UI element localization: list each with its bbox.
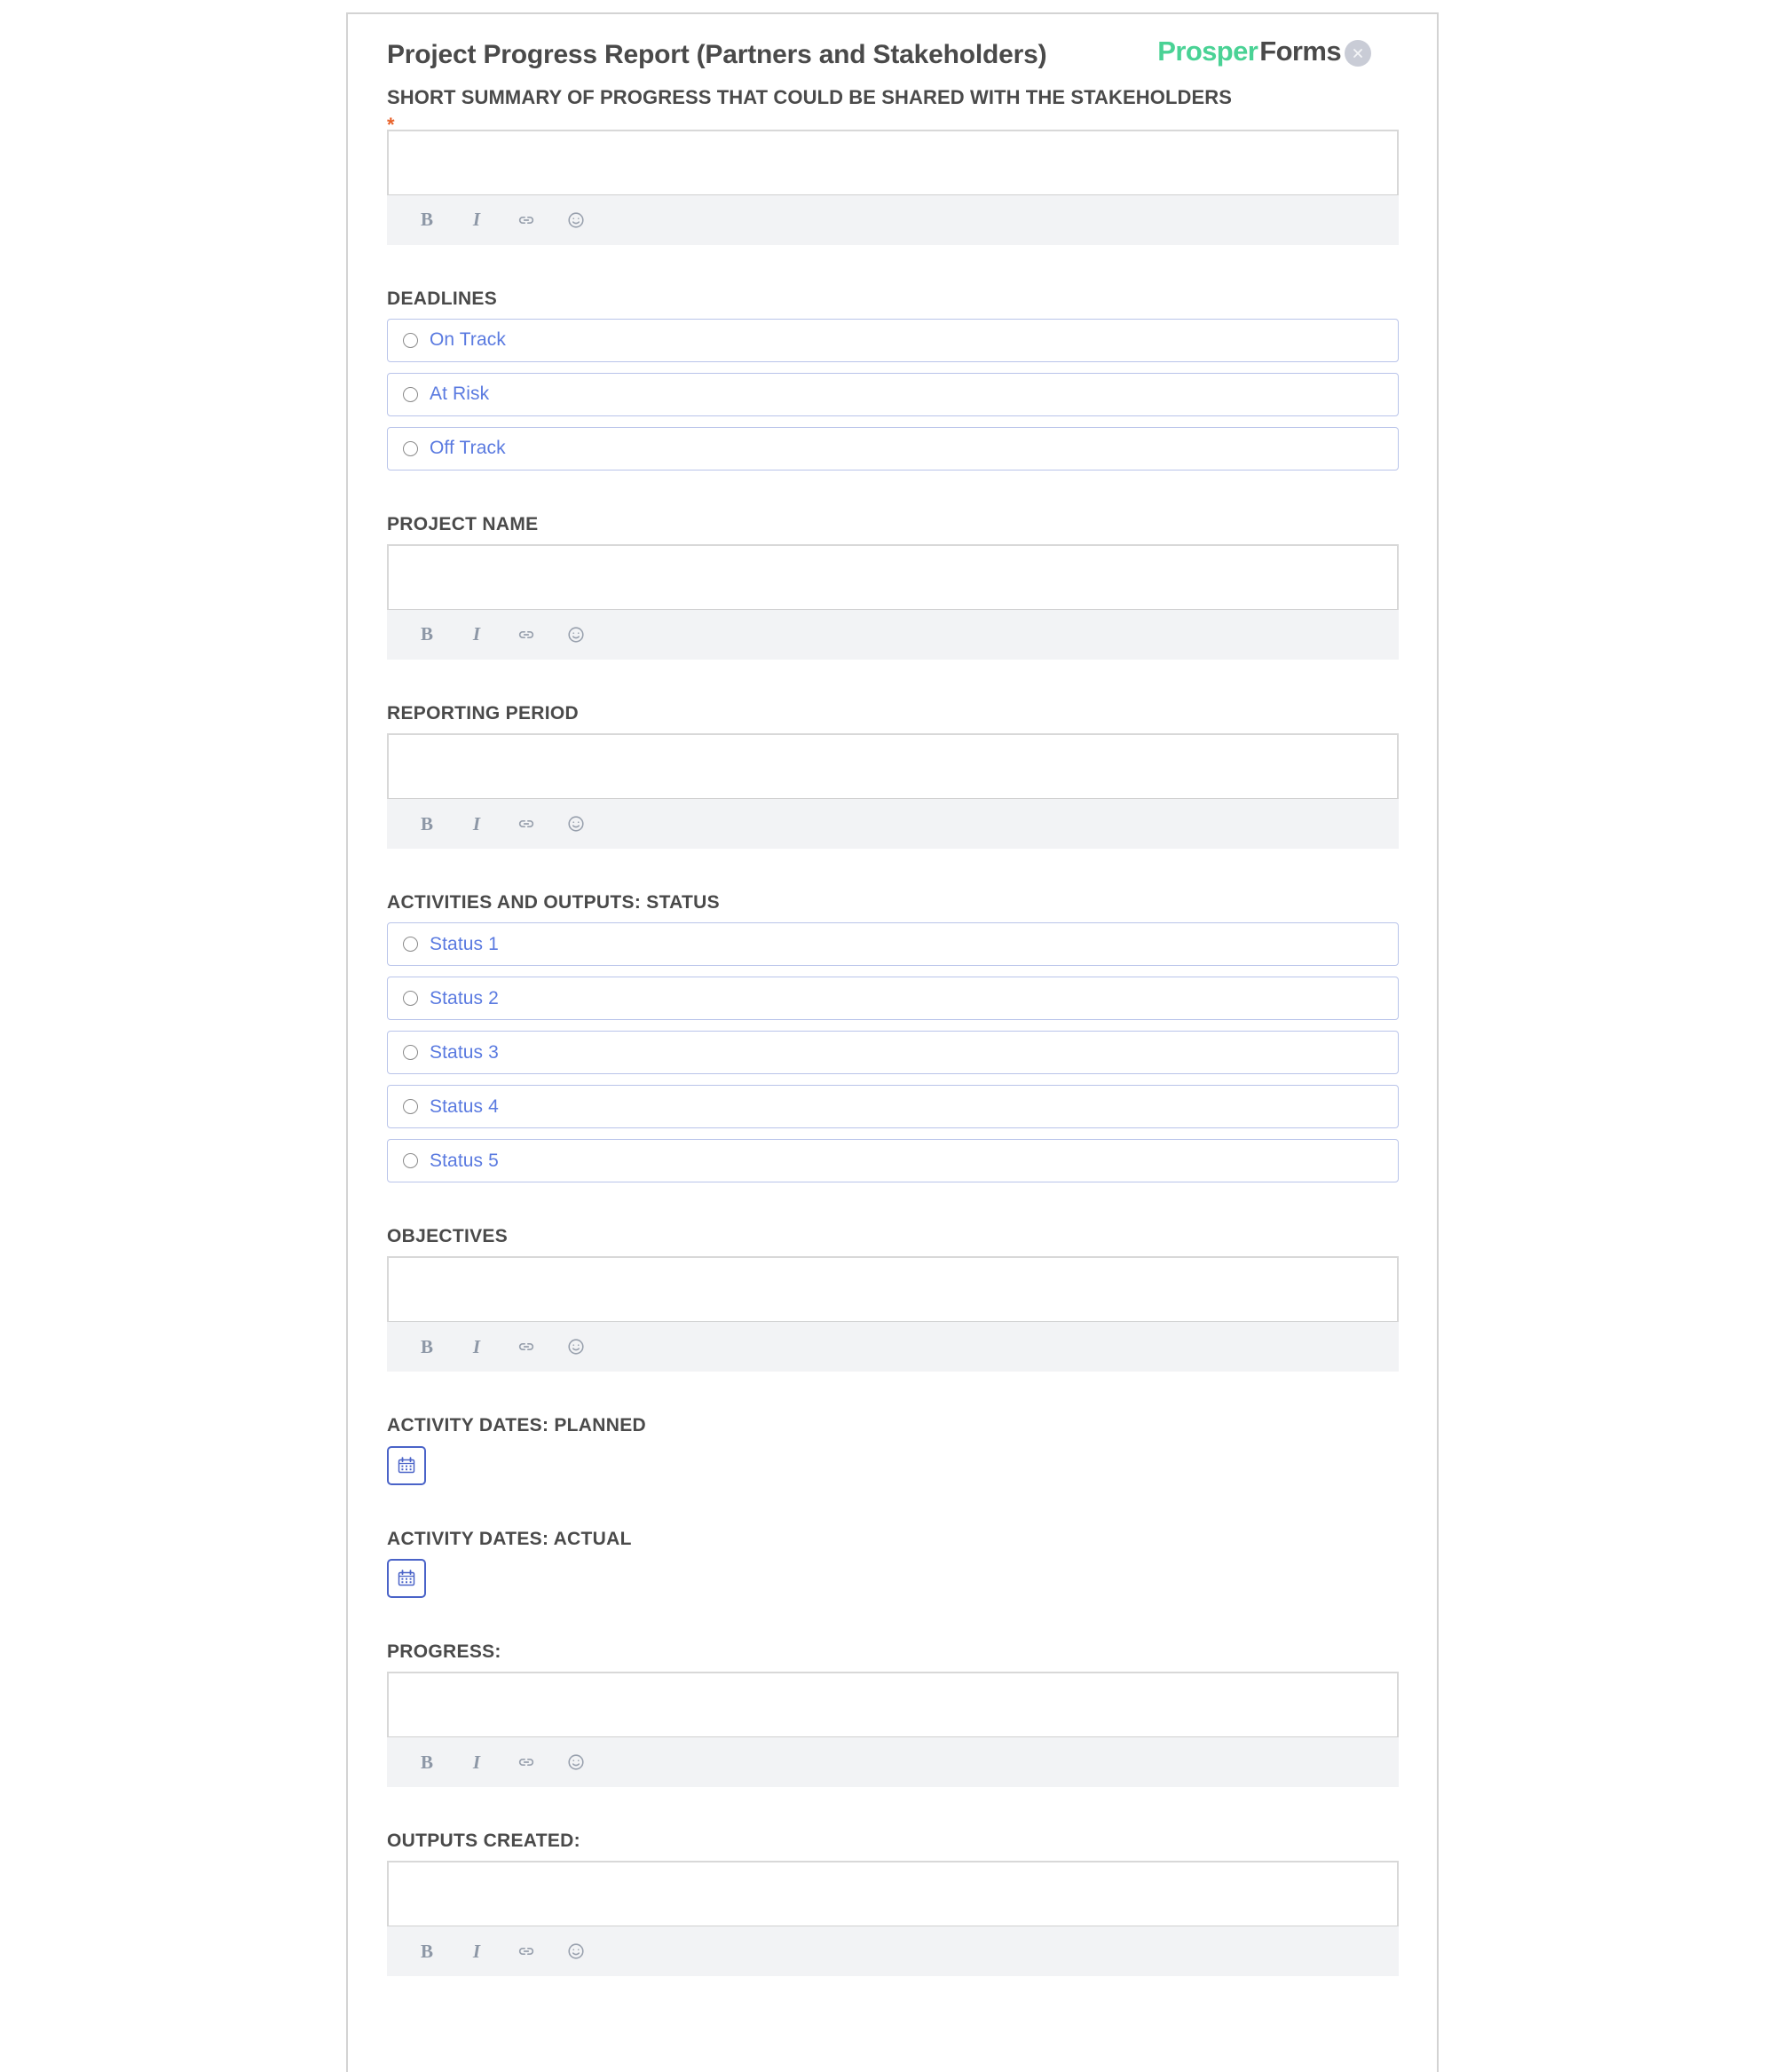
calendar-icon[interactable] [387,1445,426,1485]
radio-circle-icon [403,332,418,348]
close-icon[interactable] [1345,40,1371,67]
progress-editor: B I [387,1672,1399,1787]
radio-circle-icon [403,1153,418,1169]
link-icon[interactable] [515,1751,538,1774]
form-header: Prosper Forms Project Progress Report (Pa… [387,36,1398,85]
summary-editor: B I [387,129,1399,245]
reporting-period-editor: B I [387,733,1399,850]
activities-status-label: ACTIVITIES AND OUTPUTS: STATUS [387,892,720,913]
radio-option-off-track[interactable]: Off Track [387,426,1399,471]
emoji-icon[interactable] [564,812,588,835]
project-name-input[interactable] [387,543,1399,610]
deadlines-radio-group: On Track At Risk Off Track [387,318,1399,471]
field-activity-dates-planned: ACTIVITY DATES: PLANNED [387,1414,1398,1485]
italic-icon[interactable]: I [465,1940,488,1963]
radio-option-at-risk[interactable]: At Risk [387,372,1399,416]
italic-icon[interactable]: I [465,1335,488,1358]
brand-prosper-text: Prosper [1157,36,1258,67]
reporting-period-input[interactable] [387,733,1399,800]
objectives-input[interactable] [387,1256,1399,1323]
emoji-icon[interactable] [564,1751,588,1774]
outputs-created-label: OUTPUTS CREATED: [387,1831,580,1851]
link-icon[interactable] [515,812,538,835]
radio-label: Status 1 [430,933,499,954]
project-name-editor: B I [387,543,1399,660]
bold-icon[interactable]: B [415,812,438,835]
progress-label: PROGRESS: [387,1641,501,1662]
radio-circle-icon [403,937,418,953]
activity-dates-actual-label: ACTIVITY DATES: ACTUAL [387,1528,632,1549]
radio-option-status-3[interactable]: Status 3 [387,1031,1399,1075]
radio-label: Off Track [430,438,506,459]
field-project-name: PROJECT NAME B I [387,513,1399,660]
bold-icon[interactable]: B [415,1751,438,1774]
radio-option-status-4[interactable]: Status 4 [387,1085,1399,1129]
emoji-icon[interactable] [564,1335,588,1358]
field-activities-status: ACTIVITIES AND OUTPUTS: STATUS Status 1 … [387,891,1399,1183]
objectives-label: OBJECTIVES [387,1226,509,1247]
field-activity-dates-actual: ACTIVITY DATES: ACTUAL [387,1528,1398,1598]
field-outputs-created: OUTPUTS CREATED: B I [387,1830,1399,1977]
radio-label: Status 4 [430,1095,499,1117]
radio-option-status-5[interactable]: Status 5 [387,1139,1399,1183]
italic-icon[interactable]: I [465,209,488,232]
bold-icon[interactable]: B [415,1335,438,1358]
outputs-created-toolbar: B I [387,1926,1399,1977]
radio-label: Status 5 [430,1150,499,1171]
project-name-toolbar: B I [387,609,1399,660]
emoji-icon[interactable] [564,623,588,646]
activities-status-radio-group: Status 1 Status 2 Status 3 Status 4 Stat… [387,922,1399,1183]
field-deadlines: DEADLINES On Track At Risk Off Track [387,288,1399,471]
reporting-period-label: REPORTING PERIOD [387,702,579,724]
bold-icon[interactable]: B [415,1940,438,1963]
italic-icon[interactable]: I [465,812,488,835]
radio-circle-icon [403,1099,418,1115]
emoji-icon[interactable] [564,209,588,232]
radio-circle-icon [403,1045,418,1061]
calendar-icon[interactable] [387,1558,426,1598]
emoji-icon[interactable] [564,1940,588,1963]
form-subtitle: SHORT SUMMARY OF PROGRESS THAT COULD BE … [387,86,1233,108]
activity-dates-planned-label: ACTIVITY DATES: PLANNED [387,1415,646,1436]
project-name-label: PROJECT NAME [387,513,539,534]
radio-label: On Track [430,329,506,351]
brand-logo: Prosper Forms [1157,36,1371,67]
italic-icon[interactable]: I [465,623,488,646]
radio-option-on-track[interactable]: On Track [387,318,1399,362]
close-glyph [1353,49,1362,58]
progress-input[interactable] [387,1672,1399,1737]
radio-circle-icon [403,991,418,1007]
progress-toolbar: B I [387,1737,1399,1787]
bold-icon[interactable]: B [415,209,438,232]
deadlines-label: DEADLINES [387,288,498,309]
radio-circle-icon [403,386,418,402]
field-summary: B I [387,129,1399,245]
italic-icon[interactable]: I [465,1751,488,1774]
radio-label: At Risk [430,384,490,405]
field-progress: PROGRESS: B I [387,1641,1399,1787]
field-reporting-period: REPORTING PERIOD B I [387,702,1399,850]
link-icon[interactable] [515,1940,538,1963]
field-objectives: OBJECTIVES B I [387,1225,1399,1372]
form-card: Prosper Forms Project Progress Report (Pa… [346,12,1439,2072]
radio-option-status-1[interactable]: Status 1 [387,922,1399,967]
brand-forms-text: Forms [1259,36,1341,67]
objectives-editor: B I [387,1256,1399,1372]
summary-toolbar: B I [387,194,1399,245]
link-icon[interactable] [515,209,538,232]
summary-input[interactable] [387,129,1399,195]
link-icon[interactable] [515,1335,538,1358]
bold-icon[interactable]: B [415,623,438,646]
radio-option-status-2[interactable]: Status 2 [387,977,1399,1021]
outputs-created-input[interactable] [387,1861,1399,1927]
link-icon[interactable] [515,623,538,646]
reporting-period-toolbar: B I [387,799,1399,850]
objectives-toolbar: B I [387,1322,1399,1372]
radio-circle-icon [403,440,418,456]
outputs-created-editor: B I [387,1861,1399,1977]
radio-label: Status 2 [430,987,499,1008]
radio-label: Status 3 [430,1041,499,1063]
required-marker: * [387,113,395,136]
